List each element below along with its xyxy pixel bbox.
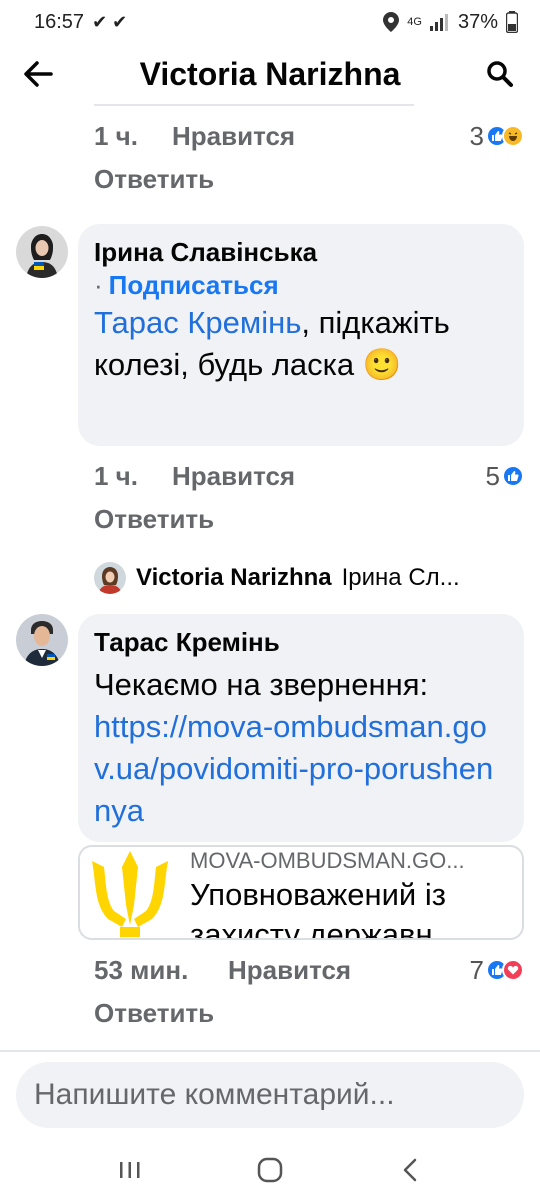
reaction-count-value: 7 xyxy=(469,954,484,985)
trident-icon xyxy=(80,847,180,938)
love-reaction-icon xyxy=(502,959,524,981)
search-icon xyxy=(487,61,513,87)
home-icon xyxy=(257,1157,283,1183)
home-button[interactable] xyxy=(240,1145,300,1195)
check-icon: ✔ ✔ xyxy=(92,11,128,32)
signal-icon xyxy=(429,14,448,31)
card-title: Уповноважений із захисту державн xyxy=(190,877,446,938)
reply-button[interactable]: Ответить xyxy=(94,998,214,1029)
comment-bubble: Ірина Славінська · Подписаться Тарас Крем… xyxy=(78,224,524,446)
comment-composer[interactable] xyxy=(16,1062,524,1128)
card-domain: MOVA-OMBUDSMAN.GO... xyxy=(190,848,465,873)
divider xyxy=(0,1050,540,1052)
comment-time: 53 мин. xyxy=(94,954,189,985)
status-time: 16:57 xyxy=(34,10,85,33)
page-title: Victoria Narizhna xyxy=(139,56,401,92)
reaction-count[interactable]: 3 xyxy=(470,121,524,152)
avatar xyxy=(94,562,126,594)
system-nav-bar xyxy=(0,1140,540,1200)
status-bar: 16:57 ✔ ✔ 4G 37% xyxy=(0,0,540,44)
comment-text: Чекаємо на звернення: xyxy=(94,667,429,702)
smile-emoji: 🙂 xyxy=(362,347,402,382)
reply-snippet: Ірина Сл... xyxy=(341,564,460,591)
header-divider xyxy=(94,104,414,106)
follow-label: Подписаться xyxy=(108,270,279,300)
comment-input[interactable] xyxy=(34,1078,506,1112)
comment-author[interactable]: Тарас Кремінь xyxy=(94,626,508,658)
battery-percent: 37% xyxy=(457,10,498,33)
comment-meta: 1 ч. Нравится 5 xyxy=(94,456,524,496)
haha-reaction-icon xyxy=(502,125,524,147)
battery-icon xyxy=(506,11,518,33)
follow-button[interactable]: · Подписаться xyxy=(94,268,508,302)
like-button[interactable]: Нравится xyxy=(228,955,351,986)
comment-time: 1 ч. xyxy=(94,120,139,151)
like-button[interactable]: Нравится xyxy=(172,121,295,152)
reaction-count[interactable]: 7 xyxy=(470,955,524,986)
location-icon xyxy=(383,12,400,32)
back-nav-button[interactable] xyxy=(380,1145,440,1195)
reply-button[interactable]: Ответить xyxy=(94,504,214,535)
reaction-count[interactable]: 5 xyxy=(486,461,524,492)
comment-text: Тарас Кремінь, підкажіть колезі, будь ла… xyxy=(94,302,508,386)
comment-author[interactable]: Ірина Славінська xyxy=(94,236,508,268)
comment-link[interactable]: https://mova-ombudsman.gov.ua/povidomiti… xyxy=(94,706,508,832)
chevron-left-icon xyxy=(403,1158,417,1182)
network-label: 4G xyxy=(407,16,422,28)
reaction-count-value: 5 xyxy=(485,460,500,491)
comment-meta: 1 ч. Нравится 3 xyxy=(94,116,524,156)
comment-bubble: Тарас Кремінь Чекаємо на звернення: http… xyxy=(78,614,524,842)
search-button[interactable] xyxy=(482,56,518,92)
comment-time: 1 ч. xyxy=(94,460,139,491)
reaction-count-value: 3 xyxy=(469,120,484,151)
link-preview-card[interactable]: MOVA-OMBUDSMAN.GO... Уповноважений із за… xyxy=(78,845,524,940)
comment-meta: 53 мин. Нравится 7 xyxy=(94,950,524,990)
avatar[interactable] xyxy=(16,614,68,666)
recent-apps-button[interactable] xyxy=(100,1145,160,1195)
reply-button[interactable]: Ответить xyxy=(94,164,214,195)
like-button[interactable]: Нравится xyxy=(172,461,295,492)
header: Victoria Narizhna xyxy=(0,44,540,104)
reply-preview[interactable]: Victoria Narizhna Ірина Сл... xyxy=(94,558,524,598)
reply-author: Victoria Narizhna xyxy=(136,564,332,591)
like-reaction-icon xyxy=(502,465,524,487)
avatar[interactable] xyxy=(16,226,68,278)
mention-link[interactable]: Тарас Кремінь xyxy=(94,305,301,340)
recent-apps-icon xyxy=(120,1162,140,1178)
